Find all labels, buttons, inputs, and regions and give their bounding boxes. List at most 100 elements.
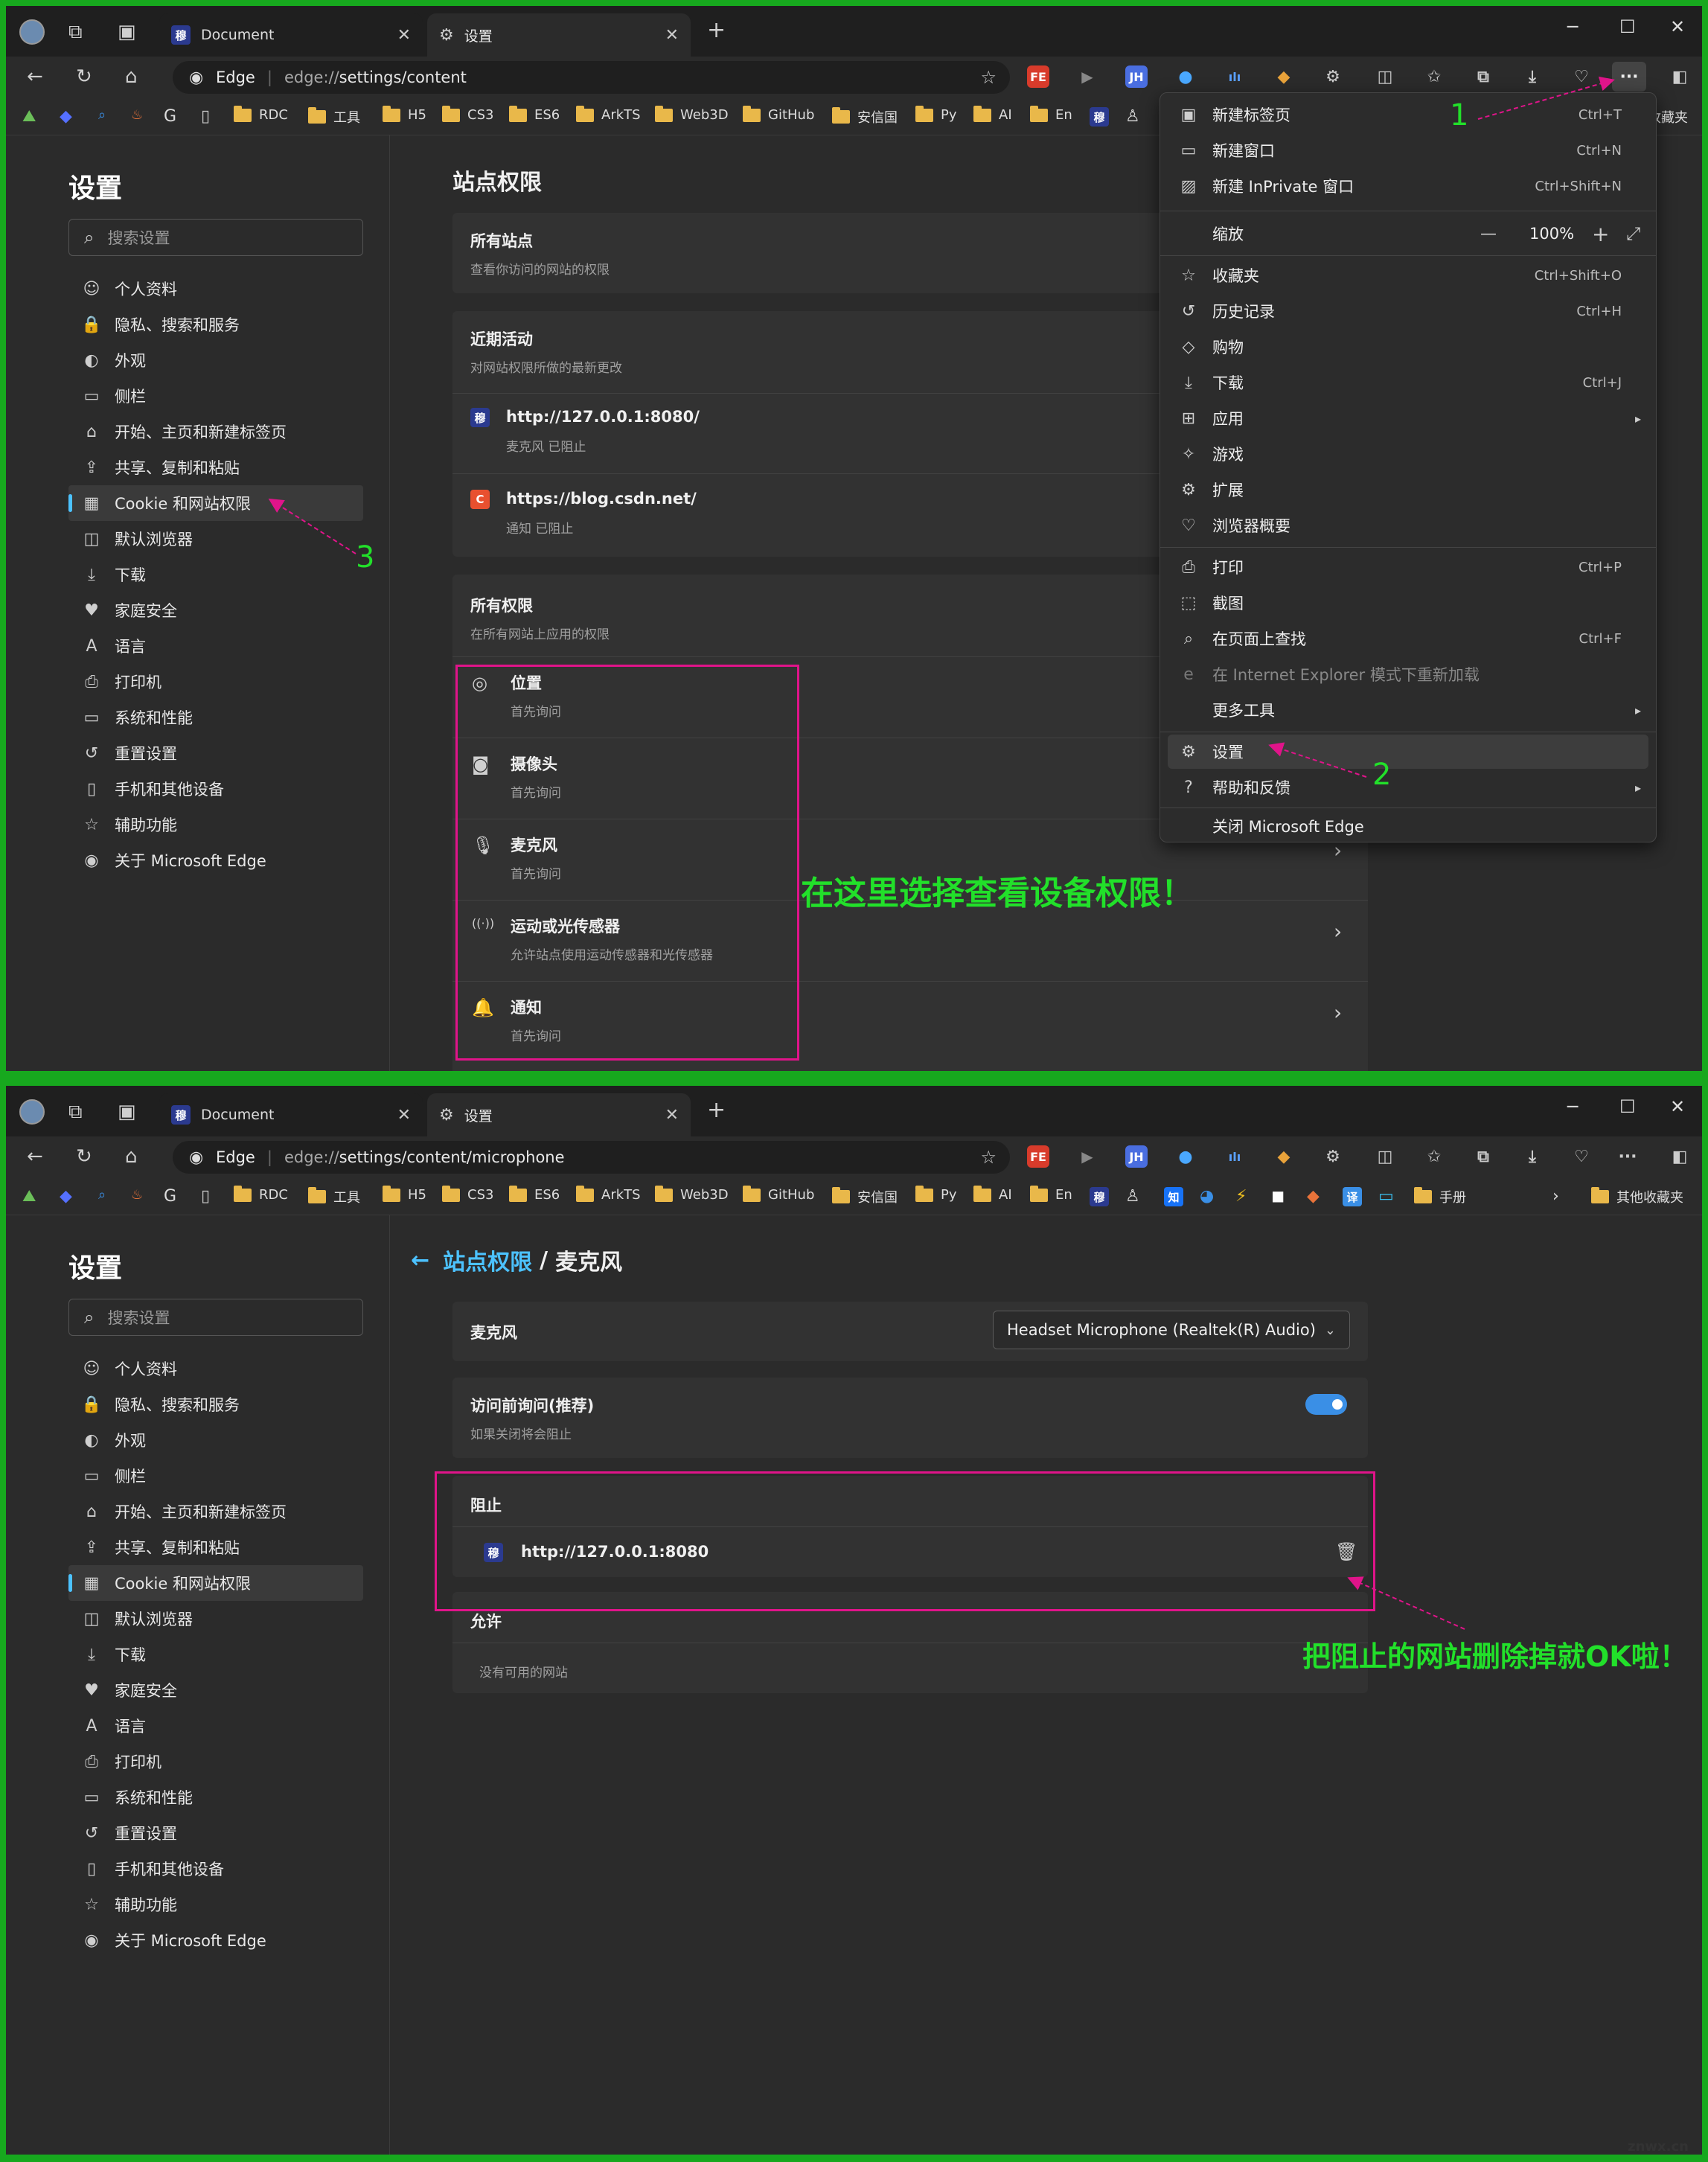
extension-play-icon[interactable]: ▶	[1076, 65, 1098, 88]
new-tab-icon[interactable]: +	[707, 1099, 726, 1122]
sidebar-item[interactable]: ▦ Cookie 和网站权限	[68, 1565, 363, 1601]
fav-icon-9[interactable]: ◼	[1271, 1187, 1285, 1206]
tab-settings[interactable]: ⚙ 设置 ✕	[427, 1093, 691, 1136]
sidebar-item[interactable]: 🔒 隐私、搜索和服务	[68, 1387, 363, 1422]
fav-folder[interactable]: 安信国	[832, 1187, 898, 1206]
fav-folder[interactable]: AI	[973, 105, 1012, 123]
menu-browser-essentials[interactable]: ♡ 浏览器概要	[1168, 508, 1648, 543]
profile-avatar[interactable]	[19, 19, 45, 45]
minimize-icon[interactable]: ─	[1567, 1096, 1578, 1117]
fav-folder[interactable]: GitHub	[743, 105, 814, 123]
extensions-icon[interactable]: ⚙	[1322, 1145, 1344, 1168]
split-screen-icon[interactable]: ◫	[1374, 65, 1396, 88]
extension-pin-icon[interactable]: ●	[1174, 1145, 1197, 1168]
chevron-right-icon[interactable]: ›	[1552, 1187, 1559, 1206]
downloads-icon[interactable]: ⤓	[1521, 1145, 1544, 1168]
zoom-in-button[interactable]: +	[1592, 222, 1609, 246]
fav-icon-1[interactable]: ⛰	[22, 1187, 36, 1206]
sidebar-toggle-icon[interactable]: ◧	[1669, 65, 1691, 88]
fav-icon-gitlab[interactable]: ◆	[1307, 1187, 1320, 1206]
fav-icon-bilibili[interactable]: ▭	[1378, 1187, 1394, 1206]
favorite-star-icon[interactable]: ☆	[980, 1147, 997, 1168]
sidebar-item[interactable]: ▭ 系统和性能	[68, 1779, 363, 1815]
downloads-icon[interactable]: ⤓	[1521, 65, 1544, 88]
sidebar-item[interactable]: ☺ 个人资料	[68, 271, 363, 307]
fav-folder[interactable]: RDC	[234, 105, 288, 123]
sidebar-item[interactable]: ▦ Cookie 和网站权限	[68, 485, 363, 521]
search-icon[interactable]: ⌕	[98, 107, 106, 123]
sidebar-item[interactable]: ◉ 关于 Microsoft Edge	[68, 842, 363, 878]
new-tab-icon[interactable]: +	[707, 19, 726, 42]
sidebar-item[interactable]: A 语言	[68, 1708, 363, 1744]
home-icon[interactable]: ⌂	[125, 1147, 138, 1166]
more-menu-icon[interactable]: ···	[1616, 1145, 1639, 1168]
zoom-out-button[interactable]: —	[1480, 225, 1497, 243]
menu-games[interactable]: ✧ 游戏	[1168, 437, 1648, 471]
fav-folder[interactable]: AI	[973, 1185, 1012, 1203]
fav-icon-zhihu[interactable]: 知	[1164, 1187, 1183, 1206]
sidebar-item[interactable]: ⤓ 下载	[68, 557, 363, 592]
sidebar-item[interactable]: ⎙ 打印机	[68, 664, 363, 700]
browser-essentials-icon[interactable]: ♡	[1570, 65, 1593, 88]
sidebar-item[interactable]: ☆ 辅助功能	[68, 1887, 363, 1922]
close-tab-icon[interactable]: ✕	[397, 1106, 411, 1125]
menu-print[interactable]: ⎙ 打印 Ctrl+P	[1168, 550, 1648, 584]
workspaces-icon[interactable]: ⧉	[68, 1102, 83, 1122]
sidebar-item[interactable]: ☆ 辅助功能	[68, 807, 363, 842]
recent-site-url[interactable]: http://127.0.0.1:8080/	[506, 408, 700, 426]
menu-find[interactable]: ⌕ 在页面上查找 Ctrl+F	[1168, 621, 1648, 656]
menu-apps[interactable]: ⊞ 应用 ▸	[1168, 401, 1648, 435]
fav-icon-7[interactable]: ◕	[1200, 1187, 1214, 1206]
fav-folder[interactable]: Py	[915, 105, 957, 123]
menu-settings[interactable]: ⚙ 设置	[1168, 735, 1648, 769]
fav-folder[interactable]: CS3	[442, 105, 493, 123]
collections-icon[interactable]: ⧉	[1472, 1145, 1494, 1168]
sidebar-item[interactable]: ◉ 关于 Microsoft Edge	[68, 1922, 363, 1958]
back-icon[interactable]: ←	[27, 67, 43, 86]
menu-favorites[interactable]: ☆ 收藏夹 Ctrl+Shift+O	[1168, 258, 1648, 292]
split-screen-icon[interactable]: ◫	[1374, 1145, 1396, 1168]
fav-folder[interactable]: H5	[383, 105, 426, 123]
fav-folder[interactable]: ArkTS	[576, 1185, 641, 1203]
menu-new-tab[interactable]: ▣ 新建标签页 Ctrl+T	[1168, 97, 1648, 132]
fav-folder[interactable]: ArkTS	[576, 105, 641, 123]
sidebar-item[interactable]: ↺ 重置设置	[68, 1815, 363, 1851]
fav-icon-google[interactable]: G	[164, 107, 176, 126]
back-arrow-icon[interactable]: ←	[411, 1247, 429, 1273]
tab-actions-icon[interactable]: ▣	[118, 1102, 136, 1122]
sidebar-item[interactable]: ♥ 家庭安全	[68, 592, 363, 628]
maximize-icon[interactable]: ☐	[1619, 1096, 1636, 1117]
fav-folder[interactable]: 工具	[308, 107, 360, 127]
favorites-icon[interactable]: ✩	[1423, 1145, 1445, 1168]
sidebar-item[interactable]: ⌂ 开始、主页和新建标签页	[68, 1494, 363, 1529]
fav-folder[interactable]: En	[1030, 105, 1072, 123]
fav-icon-page[interactable]: ▯	[201, 107, 210, 126]
address-bar[interactable]: ◉ Edge | edge://settings/content/microph…	[173, 1141, 1010, 1174]
sidebar-item[interactable]: ◐ 外观	[68, 342, 363, 378]
menu-close-edge[interactable]: 关闭 Microsoft Edge	[1168, 809, 1648, 843]
refresh-icon[interactable]: ↻	[76, 1147, 92, 1166]
fav-icon-1[interactable]: ⛰	[22, 107, 36, 126]
sidebar-item[interactable]: ▭ 系统和性能	[68, 700, 363, 735]
sidebar-item[interactable]: ⎙ 打印机	[68, 1744, 363, 1779]
sidebar-item[interactable]: ⇪ 共享、复制和粘贴	[68, 450, 363, 485]
sidebar-toggle-icon[interactable]: ◧	[1669, 1145, 1691, 1168]
fav-folder[interactable]: 工具	[308, 1187, 360, 1206]
close-tab-icon[interactable]: ✕	[665, 1106, 679, 1125]
extension-fox-icon[interactable]: ◆	[1273, 65, 1295, 88]
sidebar-item[interactable]: ▭ 侧栏	[68, 378, 363, 414]
tab-actions-icon[interactable]: ▣	[118, 22, 136, 42]
sidebar-item[interactable]: ▯ 手机和其他设备	[68, 1851, 363, 1887]
extension-play-icon[interactable]: ▶	[1076, 1145, 1098, 1168]
fav-icon-person[interactable]: ♙	[1125, 1187, 1140, 1206]
extension-chart-icon[interactable]: ılı	[1224, 65, 1246, 88]
fav-icon-bolt[interactable]: ⚡	[1235, 1187, 1247, 1206]
menu-new-inprivate[interactable]: ▨ 新建 InPrivate 窗口 Ctrl+Shift+N	[1168, 169, 1648, 203]
sidebar-item[interactable]: ⇪ 共享、复制和粘贴	[68, 1529, 363, 1565]
maximize-icon[interactable]: ☐	[1619, 16, 1636, 37]
extensions-icon[interactable]: ⚙	[1322, 65, 1344, 88]
extension-fe-icon[interactable]: FE	[1027, 1145, 1049, 1168]
sidebar-item[interactable]: ↺ 重置设置	[68, 735, 363, 771]
fav-folder[interactable]: ES6	[509, 105, 560, 123]
menu-new-window[interactable]: ▭ 新建窗口 Ctrl+N	[1168, 133, 1648, 167]
